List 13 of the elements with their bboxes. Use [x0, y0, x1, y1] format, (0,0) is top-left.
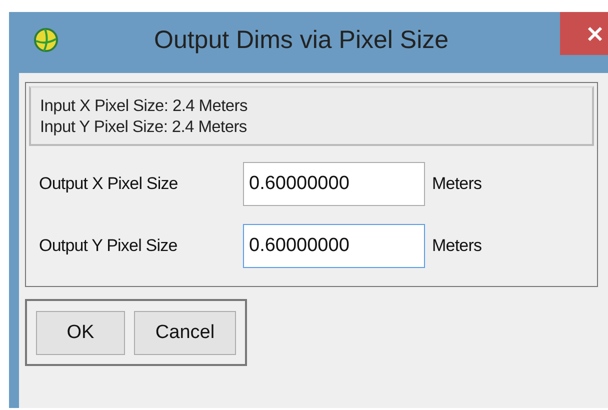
window-title: Output Dims via Pixel Size	[154, 26, 449, 55]
field-label: Output Y Pixel Size	[39, 236, 178, 256]
dialog-button[interactable]: OK	[36, 310, 125, 354]
unit-label: Meters	[432, 236, 482, 256]
globe-icon	[33, 26, 59, 52]
input-field[interactable]: 0.60000000	[243, 224, 425, 268]
dialog-button[interactable]: Cancel	[134, 310, 236, 354]
field-label: Output X Pixel Size	[39, 174, 179, 194]
info-text: Input X Pixel Size: 2.4 Meters	[40, 96, 248, 117]
unit-label: Meters	[432, 174, 482, 194]
info-text: Input Y Pixel Size: 2.4 Meters	[40, 117, 248, 138]
close-icon	[586, 26, 602, 42]
input-field[interactable]: 0.60000000	[243, 162, 425, 206]
